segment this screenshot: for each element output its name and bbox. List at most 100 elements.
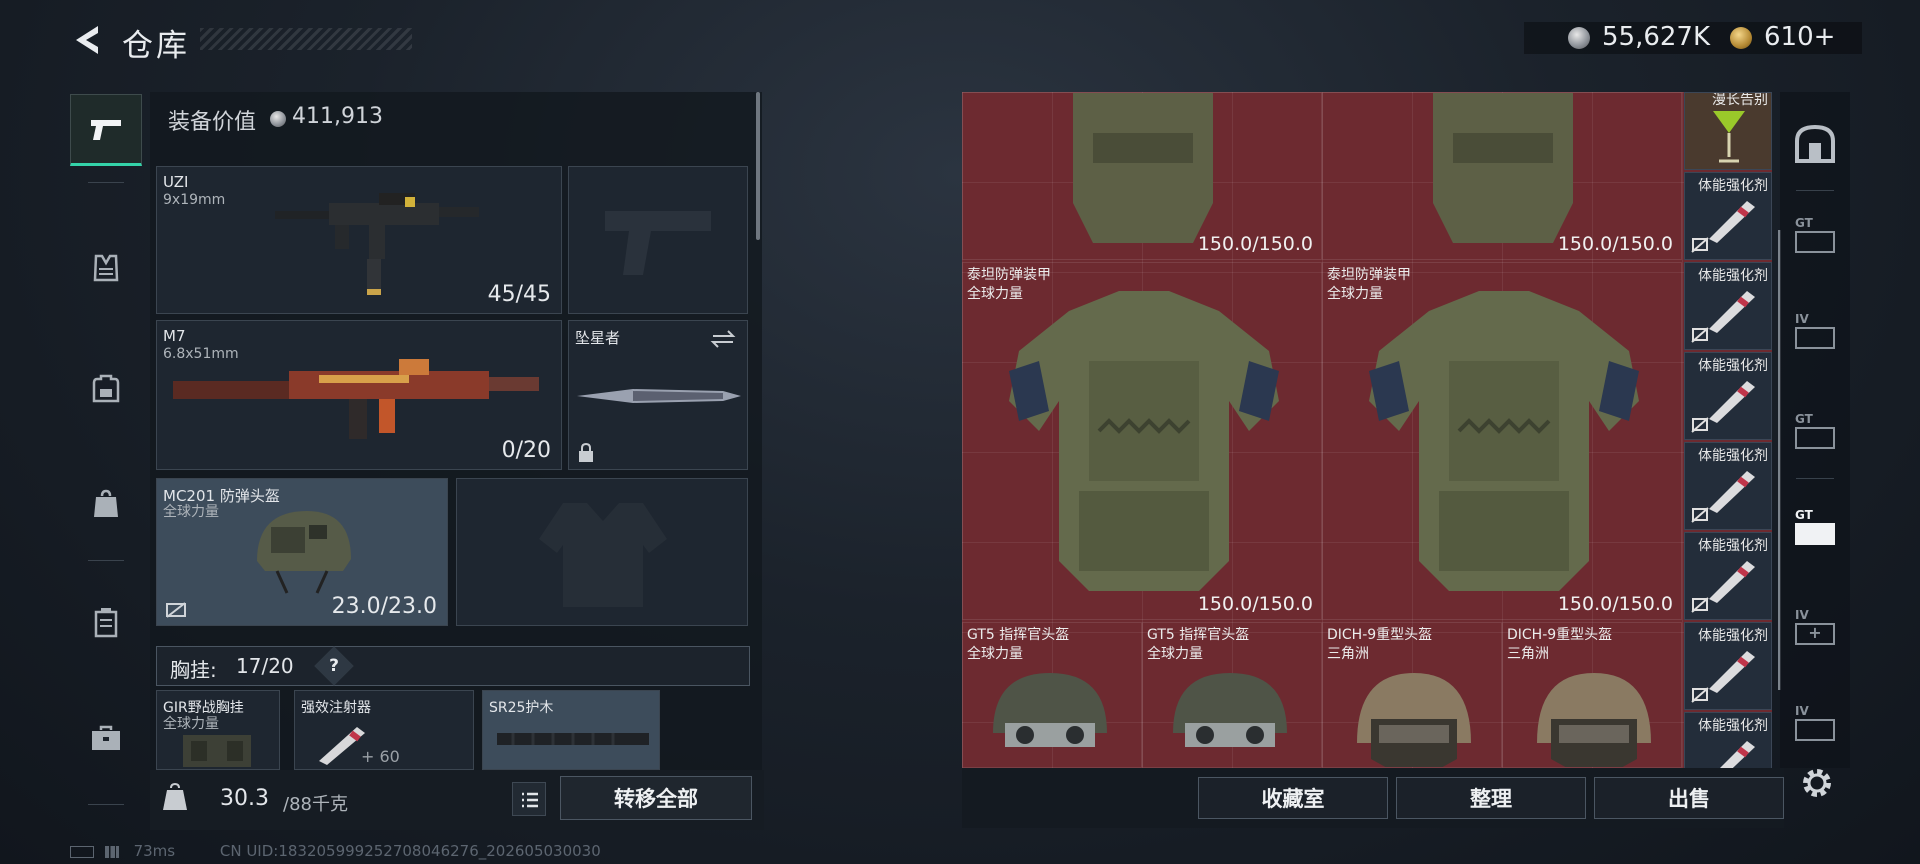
- rnav-stash-1[interactable]: GT: [1784, 204, 1846, 266]
- safe-room-icon: [1795, 124, 1835, 163]
- syringe-image: [1709, 471, 1755, 513]
- storage-armor-item[interactable]: 泰坦防弹装甲 全球力量 150.0/150.0: [962, 262, 1322, 620]
- back-arrow-icon: [76, 26, 98, 54]
- storage-stimulant-item[interactable]: 体能强化剂: [1684, 532, 1772, 620]
- toolbox-icon: [92, 725, 120, 750]
- left-nav: [70, 86, 142, 806]
- item-brand: 三角洲: [1507, 646, 1549, 662]
- unequip-icon: [166, 602, 186, 618]
- rnav-safe-room[interactable]: [1784, 112, 1846, 174]
- storage-helmet-item[interactable]: GT5 指挥官头盔 全球力量: [1142, 622, 1322, 768]
- rnav-stash-4-active[interactable]: GT: [1784, 496, 1846, 558]
- storage-stimulant-item[interactable]: 体能强化剂: [1684, 442, 1772, 530]
- titan-armor-image: [1369, 291, 1639, 591]
- lock-icon: [579, 443, 593, 462]
- item-name: GT5 指挥官头盔: [1147, 627, 1250, 643]
- dich9-helmet-image: [1537, 673, 1651, 767]
- gold-coin-icon: [1730, 27, 1752, 49]
- equipment-value-label: 装备价值: [168, 110, 257, 135]
- storage-helmet-item[interactable]: DICH-9重型头盔 三角洲: [1322, 622, 1502, 768]
- unequip-icon: [1691, 507, 1709, 523]
- transfer-all-button[interactable]: 转移全部: [560, 776, 752, 820]
- syringe-image: [1709, 201, 1755, 243]
- primary-weapon-slot-uzi[interactable]: UZI 9x19mm 45/45: [156, 166, 562, 314]
- storage-helmet-item[interactable]: GT5 指挥官头盔 全球力量: [962, 622, 1142, 768]
- helmet-durability: 23.0/23.0: [331, 594, 437, 619]
- back-button[interactable]: [68, 20, 108, 60]
- settings-button[interactable]: [1798, 764, 1836, 802]
- bag-icon: [94, 489, 118, 517]
- carry-weight-max: /88千克: [283, 794, 348, 815]
- rig-item-name: 强效注射器: [301, 700, 371, 716]
- storage-cocktail-item[interactable]: 漫长告别: [1684, 92, 1772, 170]
- storage-helmet-item[interactable]: DICH-9重型头盔 三角洲: [1502, 622, 1682, 768]
- stash-gt-icon: GT: [1795, 413, 1835, 449]
- item-name: DICH-9重型头盔: [1507, 627, 1613, 643]
- storage-armor-item[interactable]: 150.0/150.0: [1322, 92, 1682, 260]
- weapon-name: UZI: [163, 173, 189, 191]
- vest-icon: [93, 254, 119, 282]
- ping: 73ms: [133, 842, 176, 860]
- handguard-image: [497, 733, 649, 745]
- syringe-image: [1709, 291, 1755, 333]
- syringe-image: [1709, 651, 1755, 693]
- cocktail-image: [1713, 111, 1745, 163]
- ammo-count: 0/20: [501, 438, 551, 463]
- nav-toolbox[interactable]: [70, 702, 142, 774]
- primary-weapon-slot-m7[interactable]: M7 6.8x51mm 0/20: [156, 320, 562, 470]
- chest-rig-capacity: 17/20: [236, 654, 294, 678]
- nav-backpack[interactable]: [70, 352, 142, 424]
- panel-scrollbar[interactable]: [756, 92, 760, 240]
- item-name: DICH-9重型头盔: [1327, 627, 1433, 643]
- unequip-icon: [1691, 687, 1709, 703]
- collection-room-button[interactable]: 收藏室: [1198, 777, 1388, 819]
- battery-icon: [70, 845, 94, 858]
- nav-weapons[interactable]: [70, 94, 142, 166]
- body-armor-slot[interactable]: [456, 478, 748, 626]
- gold-balance[interactable]: 610+: [1764, 22, 1835, 52]
- gt5-helmet-image: [1173, 673, 1287, 747]
- equipment-value: 411,913: [292, 104, 383, 129]
- nav-bag[interactable]: [70, 468, 142, 540]
- stash-iv-add-icon: IV +: [1795, 609, 1835, 645]
- storage-stimulant-item[interactable]: 体能强化剂: [1684, 262, 1772, 350]
- item-brand: 全球力量: [967, 646, 1023, 662]
- durability: 150.0/150.0: [1557, 233, 1673, 255]
- rnav-stash-6[interactable]: IV: [1784, 692, 1846, 754]
- rig-item-slot[interactable]: 强效注射器 + 60: [294, 690, 474, 770]
- storage-stimulant-item[interactable]: 体能强化剂: [1684, 172, 1772, 260]
- rnav-stash-3[interactable]: GT: [1784, 400, 1846, 462]
- storage-stimulant-item[interactable]: 体能强化剂: [1684, 352, 1772, 440]
- chest-rig-label: 胸挂:: [170, 658, 217, 682]
- help-button[interactable]: ?: [320, 652, 348, 680]
- sort-button[interactable]: 整理: [1396, 777, 1586, 819]
- gt5-helmet-image: [993, 673, 1107, 747]
- m7-weapon-image: [173, 359, 539, 439]
- gear-icon: [1803, 769, 1831, 797]
- nav-case[interactable]: [70, 586, 142, 658]
- page-title: 仓库: [122, 28, 190, 64]
- rnav-stash-2[interactable]: IV: [1784, 300, 1846, 362]
- nav-armor[interactable]: [70, 232, 142, 304]
- dich9-helmet-image: [1357, 673, 1471, 767]
- storage-armor-item[interactable]: 泰坦防弹装甲 全球力量 150.0/150.0: [1322, 262, 1682, 620]
- list-view-button[interactable]: [512, 782, 546, 816]
- rnav-stash-5[interactable]: IV +: [1784, 596, 1846, 658]
- storage-stimulant-item[interactable]: 体能强化剂: [1684, 622, 1772, 710]
- storage-armor-item[interactable]: 150.0/150.0: [962, 92, 1322, 260]
- helmet-slot[interactable]: MC201 防弹头盔 全球力量 23.0/23.0: [156, 478, 448, 626]
- sell-button[interactable]: 出售: [1594, 777, 1784, 819]
- stash-iv-icon: IV: [1795, 313, 1835, 349]
- rig-item-slot[interactable]: GIR野战胸挂 全球力量: [156, 690, 280, 770]
- uid: CN UID:18320599925270804627​6_2026050300…: [219, 842, 601, 860]
- item-name: 体能强化剂: [1698, 628, 1768, 644]
- item-name: 体能强化剂: [1698, 718, 1768, 734]
- syringe-image: [1709, 561, 1755, 603]
- silver-coin-icon: [1568, 27, 1590, 49]
- uzi-weapon-image: [275, 193, 479, 295]
- melee-slot[interactable]: 坠星者: [568, 320, 748, 470]
- rig-item-slot[interactable]: SR25护木: [482, 690, 660, 770]
- swap-icon[interactable]: [709, 329, 737, 349]
- armor-image: [1433, 93, 1573, 243]
- pistol-slot[interactable]: [568, 166, 748, 314]
